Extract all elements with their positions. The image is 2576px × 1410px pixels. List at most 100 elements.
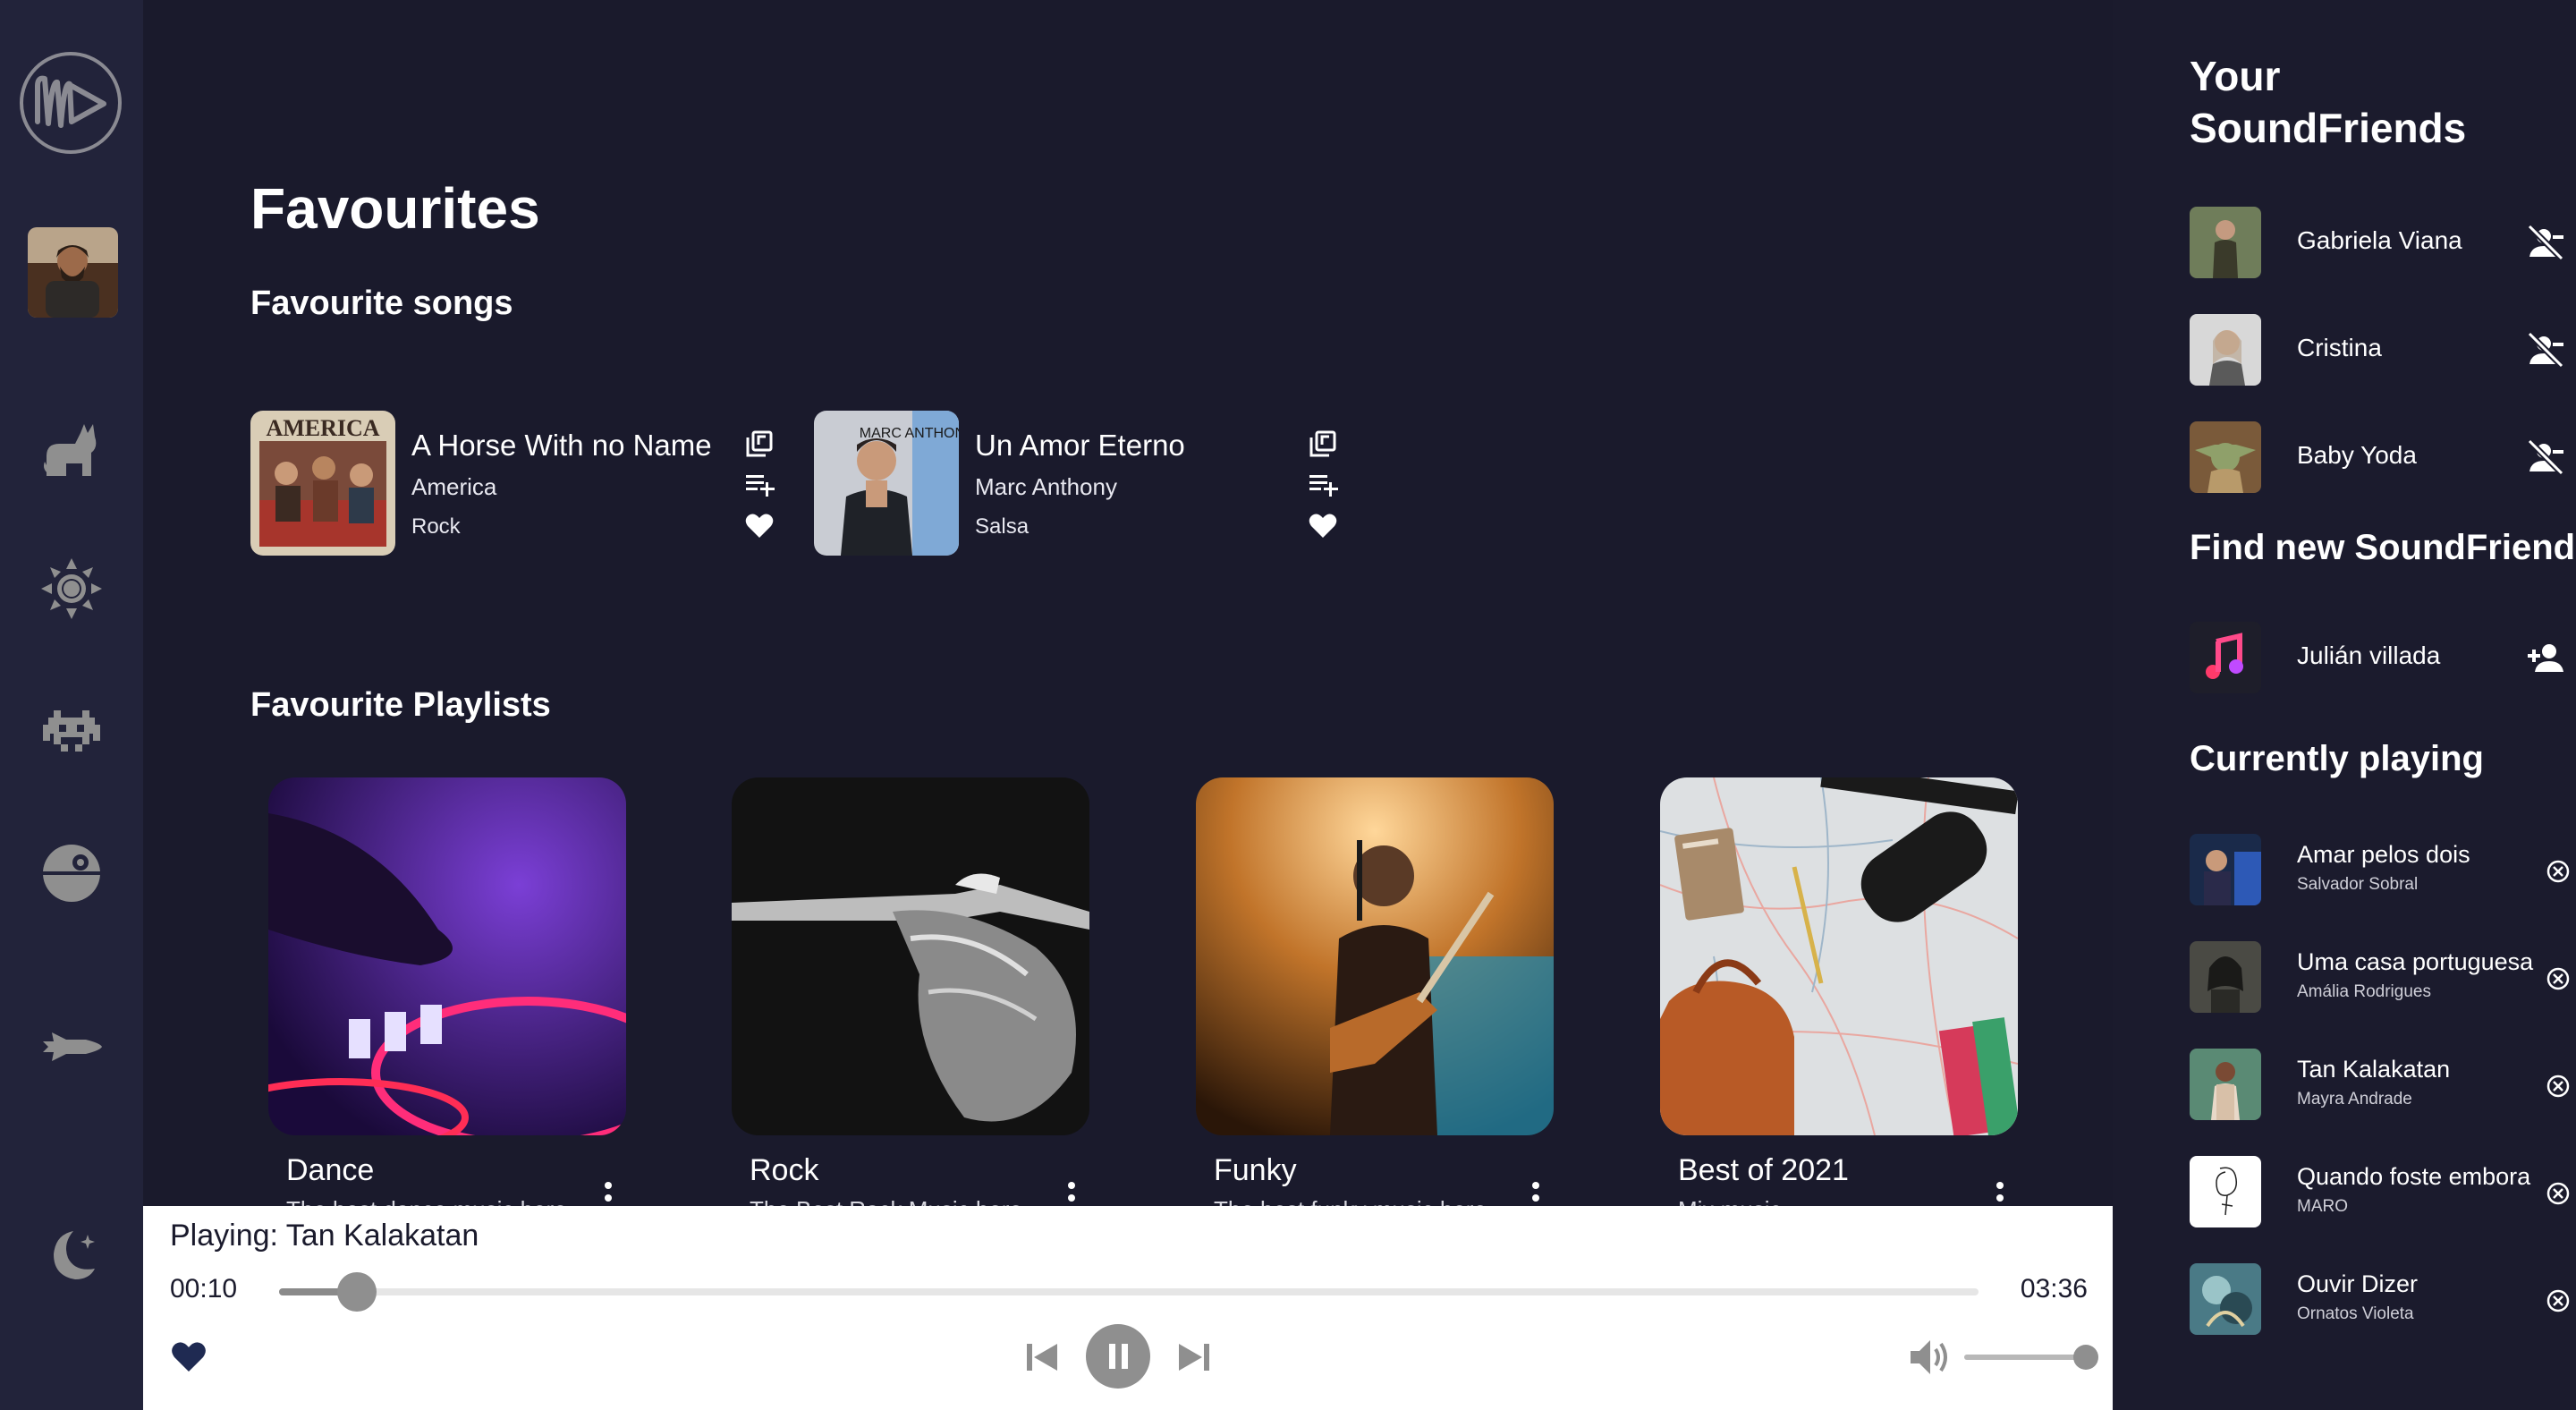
song-title[interactable]: Un Amor Eterno	[975, 429, 1185, 463]
currently-playing-item[interactable]: Ouvir Dizer Ornatos Violeta	[2190, 1263, 2571, 1335]
app: Favourites Favourite songs AMERICA A Hor…	[0, 0, 2576, 1410]
friend-name[interactable]: Julián villada	[2297, 641, 2440, 670]
heart-icon[interactable]	[1308, 511, 1338, 541]
currently-playing-item[interactable]: Uma casa portuguesa Amália Rodrigues	[2190, 941, 2571, 1013]
remove-friend-icon[interactable]	[2526, 223, 2565, 262]
currently-playing-item[interactable]: Amar pelos dois Salvador Sobral	[2190, 834, 2571, 905]
friend-item[interactable]: Baby Yoda	[2190, 421, 2565, 493]
track-cover	[2190, 941, 2261, 1013]
add-to-library-icon[interactable]	[1308, 429, 1338, 459]
friend-item[interactable]: Cristina	[2190, 314, 2565, 386]
playlist-card[interactable]: Funky The best funky music here	[1196, 777, 1554, 1206]
suggested-friend-item[interactable]: Julián villada	[2190, 622, 2565, 693]
remove-friend-icon[interactable]	[2526, 437, 2565, 477]
song-cover-text: MARC ANTHONY OPUS	[860, 426, 959, 441]
more-options-icon[interactable]	[1067, 1180, 1076, 1206]
progress-handle[interactable]	[337, 1272, 377, 1312]
playlist-card[interactable]: Rock The Best Rock Music here	[732, 777, 1089, 1206]
heart-icon[interactable]	[170, 1338, 208, 1376]
volume-fill	[1964, 1355, 2086, 1360]
soundfriends-title: Your SoundFriends	[2190, 50, 2466, 154]
sun-icon[interactable]	[39, 556, 104, 621]
soundfriends-title-line1: Your	[2190, 53, 2281, 99]
friend-name[interactable]: Baby Yoda	[2297, 441, 2417, 470]
song-cover: AMERICA	[250, 411, 395, 556]
add-to-queue-icon[interactable]	[1308, 470, 1338, 500]
more-options-icon[interactable]	[1531, 1180, 1540, 1206]
spaceship-icon[interactable]	[39, 1015, 104, 1079]
user-avatar[interactable]	[28, 227, 118, 318]
friend-item[interactable]: Gabriela Viana	[2190, 207, 2565, 278]
next-track-icon[interactable]	[1172, 1335, 1216, 1380]
playlist-card[interactable]: Best of 2021 Mix music	[1660, 777, 2018, 1206]
track-cover	[2190, 834, 2261, 905]
track-title[interactable]: Tan Kalakatan	[2297, 1056, 2450, 1083]
track-title[interactable]: Uma casa portuguesa	[2297, 948, 2533, 976]
playlist-description: The Best Rock Music here	[750, 1196, 1022, 1206]
remove-circle-icon[interactable]	[2546, 1288, 2571, 1313]
more-options-icon[interactable]	[1996, 1180, 2004, 1206]
playlist-card[interactable]: Dance The best dance music here	[268, 777, 626, 1206]
volume-handle[interactable]	[2073, 1345, 2098, 1370]
volume-slider[interactable]	[1964, 1345, 2098, 1370]
song-cover-text: AMERICA	[266, 415, 379, 441]
song-genre: Salsa	[975, 514, 1030, 539]
favourite-songs-heading: Favourite songs	[250, 285, 513, 322]
currently-playing-heading: Currently playing	[2190, 739, 2484, 778]
song-card[interactable]: MARC ANTHONY OPUS Un Amor Eterno Marc An…	[814, 411, 1368, 556]
song-cover: MARC ANTHONY OPUS	[814, 411, 959, 556]
add-to-queue-icon[interactable]	[744, 470, 775, 500]
remove-circle-icon[interactable]	[2546, 966, 2571, 991]
track-title[interactable]: Ouvir Dizer	[2297, 1270, 2418, 1298]
song-card[interactable]: AMERICA A Horse With no Name America Roc…	[250, 411, 805, 556]
track-cover	[2190, 1263, 2261, 1335]
track-artist: MARO	[2297, 1197, 2348, 1216]
player-bar: Playing: Tan Kalakatan 00:10 03:36	[143, 1206, 2113, 1410]
death-star-icon[interactable]	[39, 841, 104, 905]
friend-name[interactable]: Cristina	[2297, 334, 2382, 362]
pause-button[interactable]	[1086, 1324, 1150, 1389]
soundfriends-title-line2: SoundFriends	[2190, 105, 2467, 151]
track-title[interactable]: Quando foste embora	[2297, 1163, 2530, 1191]
playlist-cover[interactable]	[1660, 777, 2018, 1135]
friend-name[interactable]: Gabriela Viana	[2297, 226, 2462, 255]
playlist-name[interactable]: Rock	[750, 1153, 818, 1188]
playlist-cover[interactable]	[268, 777, 626, 1135]
space-invader-icon[interactable]	[39, 698, 104, 762]
song-artist[interactable]: Marc Anthony	[975, 473, 1117, 501]
add-to-library-icon[interactable]	[744, 429, 775, 459]
remove-circle-icon[interactable]	[2546, 1074, 2571, 1099]
track-cover	[2190, 1049, 2261, 1120]
track-artist: Mayra Andrade	[2297, 1090, 2412, 1108]
playlist-cover[interactable]	[1196, 777, 1554, 1135]
playlist-cover[interactable]	[732, 777, 1089, 1135]
favourite-playlists-heading: Favourite Playlists	[250, 686, 551, 724]
playlist-description: Mix music	[1678, 1196, 1782, 1206]
now-playing-label: Playing: Tan Kalakatan	[170, 1219, 479, 1253]
playlist-name[interactable]: Best of 2021	[1678, 1153, 1849, 1188]
playlist-name[interactable]: Dance	[286, 1153, 374, 1188]
song-artist[interactable]: America	[411, 473, 496, 501]
remove-circle-icon[interactable]	[2546, 1181, 2571, 1206]
left-sidebar	[0, 0, 143, 1410]
moon-icon[interactable]	[39, 1224, 104, 1288]
friend-avatar	[2190, 421, 2261, 493]
progress-slider[interactable]	[279, 1272, 1979, 1312]
track-title[interactable]: Amar pelos dois	[2297, 841, 2470, 869]
currently-playing-item[interactable]: Tan Kalakatan Mayra Andrade	[2190, 1049, 2571, 1120]
currently-playing-item[interactable]: Quando foste embora MARO	[2190, 1156, 2571, 1227]
previous-track-icon[interactable]	[1020, 1335, 1064, 1380]
volume-icon[interactable]	[1905, 1333, 1953, 1381]
more-options-icon[interactable]	[604, 1180, 613, 1206]
heart-icon[interactable]	[744, 511, 775, 541]
remove-circle-icon[interactable]	[2546, 859, 2571, 884]
track-artist: Salvador Sobral	[2297, 875, 2419, 894]
add-friend-icon[interactable]	[2526, 638, 2565, 677]
pause-icon	[1109, 1344, 1128, 1369]
remove-friend-icon[interactable]	[2526, 330, 2565, 369]
playlist-name[interactable]: Funky	[1214, 1153, 1297, 1188]
song-genre: Rock	[411, 514, 461, 539]
cat-icon[interactable]	[39, 417, 104, 481]
song-title[interactable]: A Horse With no Name	[411, 429, 712, 463]
app-logo-icon[interactable]	[18, 50, 123, 156]
